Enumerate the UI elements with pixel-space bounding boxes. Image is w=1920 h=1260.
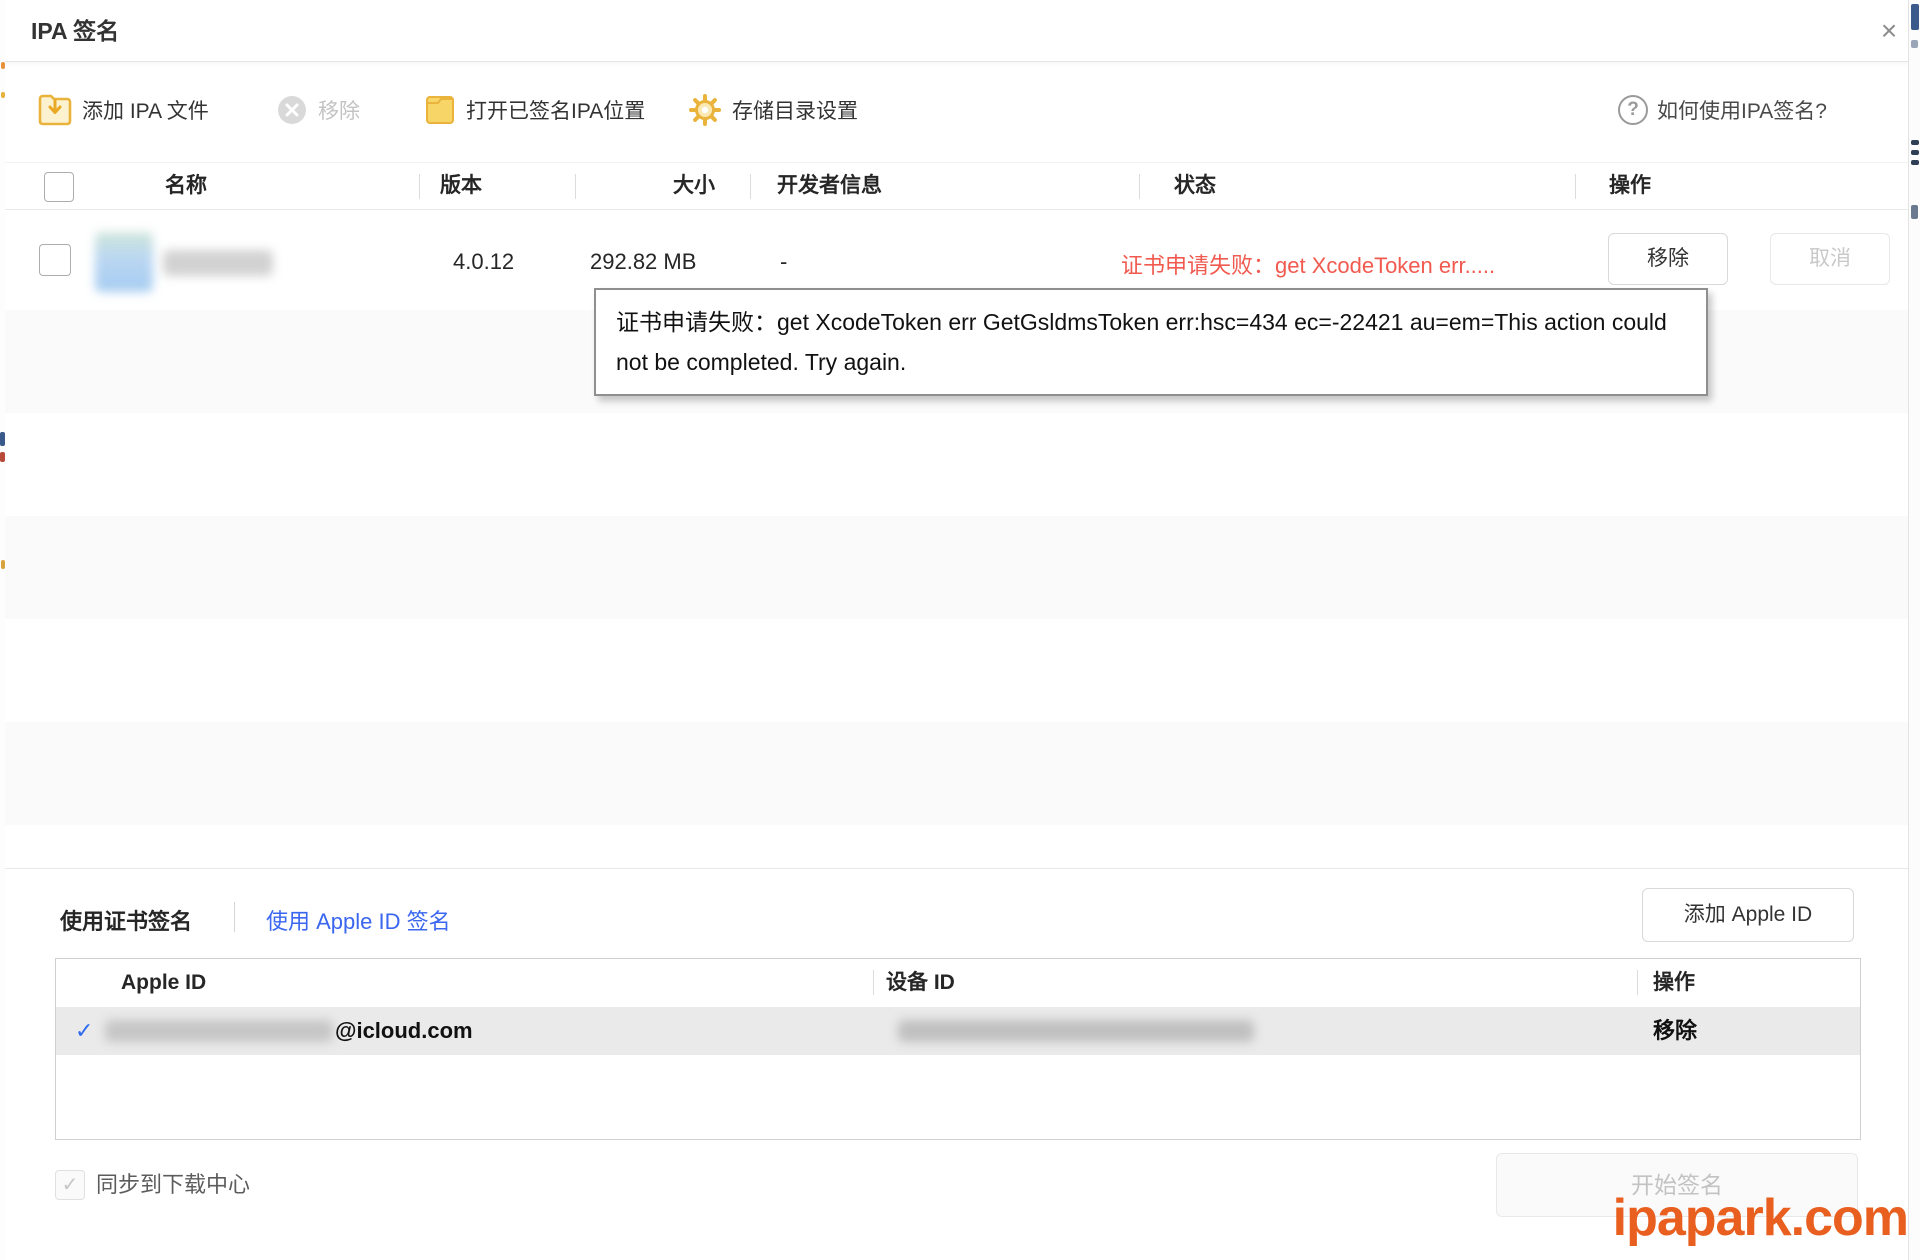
panel-divider <box>5 868 1908 869</box>
add-ipa-button[interactable]: 添加 IPA 文件 <box>38 88 209 132</box>
apple-id-redacted <box>105 1020 333 1042</box>
screen-edge-right <box>1908 0 1920 1260</box>
tab-apple-id-sign[interactable]: 使用 Apple ID 签名 <box>266 904 451 936</box>
cell-developer: - <box>780 249 787 275</box>
check-icon: ✓ <box>75 1007 93 1055</box>
open-signed-location-label: 打开已签名IPA位置 <box>466 95 645 125</box>
apple-id-remove-link[interactable]: 移除 <box>1653 1007 1697 1055</box>
title-bar: IPA 签名 × <box>5 0 1908 62</box>
header-status: 状态 <box>1174 163 1216 209</box>
cell-version: 4.0.12 <box>453 249 514 275</box>
remove-circle-icon <box>276 94 308 126</box>
row-checkbox[interactable] <box>39 244 71 276</box>
apple-id-table: Apple ID 设备 ID 操作 ✓ @icloud.com 移除 <box>55 958 1861 1140</box>
app-icon-redacted <box>95 232 153 292</box>
open-signed-location-button[interactable]: 打开已签名IPA位置 <box>424 88 645 132</box>
add-ipa-label: 添加 IPA 文件 <box>82 95 209 125</box>
apple-id-row-selected[interactable]: ✓ @icloud.com 移除 <box>56 1007 1860 1055</box>
watermark-text: ipapark.com <box>1613 1188 1908 1248</box>
header-developer: 开发者信息 <box>777 163 882 209</box>
device-id-redacted <box>898 1020 1254 1042</box>
column-divider <box>873 970 874 995</box>
apple-id-suffix: @icloud.com <box>335 1007 473 1055</box>
remove-label: 移除 <box>318 95 360 125</box>
row-cancel-button: 取消 <box>1770 233 1890 285</box>
cell-size: 292.82 MB <box>590 249 696 275</box>
ipa-sign-dialog: IPA 签名 × 添加 IPA 文件 移除 打开已签名IPA位置 <box>0 0 1920 1260</box>
gear-icon <box>688 93 722 127</box>
empty-row <box>5 722 1908 825</box>
help-link[interactable]: ? 如何使用IPA签名? <box>1618 88 1827 132</box>
sync-download-checkbox: ✓ <box>55 1170 85 1200</box>
header-size: 大小 <box>673 163 715 209</box>
storage-settings-label: 存储目录设置 <box>732 95 858 125</box>
empty-row <box>5 516 1908 619</box>
remove-button: 移除 <box>276 88 360 132</box>
page-title: IPA 签名 <box>31 0 119 62</box>
header-name: 名称 <box>165 163 207 209</box>
row-remove-button[interactable]: 移除 <box>1608 233 1728 285</box>
help-label: 如何使用IPA签名? <box>1657 95 1827 125</box>
header-action: 操作 <box>1609 163 1651 209</box>
header-action: 操作 <box>1653 959 1695 1007</box>
header-version: 版本 <box>440 163 482 209</box>
header-apple-id: Apple ID <box>121 959 206 1007</box>
header-device-id: 设备 ID <box>886 959 955 1007</box>
column-divider <box>419 174 420 199</box>
column-divider <box>1139 174 1140 199</box>
screen-edge-left <box>0 0 5 1260</box>
tab-divider <box>234 902 235 932</box>
storage-settings-button[interactable]: 存储目录设置 <box>688 88 858 132</box>
sync-download-label: 同步到下载中心 <box>96 1170 250 1200</box>
add-apple-id-button[interactable]: 添加 Apple ID <box>1642 888 1854 942</box>
column-divider <box>575 174 576 199</box>
column-divider <box>1637 970 1638 995</box>
ipa-table-header: 名称 版本 大小 开发者信息 状态 操作 <box>5 162 1908 210</box>
close-icon[interactable]: × <box>1871 14 1907 50</box>
tab-certificate-sign[interactable]: 使用证书签名 <box>60 904 192 936</box>
column-divider <box>1575 174 1576 199</box>
column-divider <box>750 174 751 199</box>
add-file-icon <box>38 94 72 126</box>
folder-icon <box>424 94 456 126</box>
question-circle-icon: ? <box>1618 95 1648 125</box>
app-name-redacted <box>163 250 273 276</box>
select-all-checkbox[interactable] <box>44 172 74 202</box>
cell-status-error: 证书申请失败：get XcodeToken err..... <box>1121 248 1495 280</box>
error-tooltip: 证书申请失败：get XcodeToken err GetGsldmsToken… <box>594 288 1708 396</box>
